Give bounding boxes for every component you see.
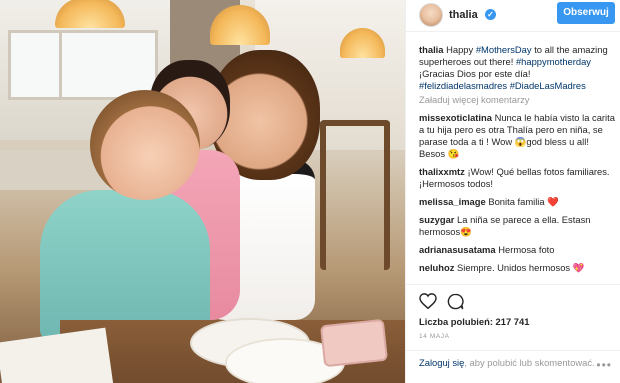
comment-text: Bonita familia ❤️ xyxy=(488,196,559,207)
hashtag-link[interactable]: #felizdiadelasmadres xyxy=(419,80,507,91)
post-sidebar: thalia ✓ Obserwuj thalia Happy #MothersD… xyxy=(405,0,620,383)
hashtag-link[interactable]: #MothersDay xyxy=(476,44,532,55)
comments-list: thalia Happy #MothersDay to all the amaz… xyxy=(419,44,615,284)
login-link[interactable]: Zaloguj się xyxy=(419,357,464,368)
post-header: thalia ✓ Obserwuj xyxy=(406,0,620,32)
caption-text: ¡Gracias Dios por este día! xyxy=(419,68,531,79)
login-prompt-text: , aby polubić lub skomentować. xyxy=(464,357,595,368)
hashtag-link[interactable]: #happymotherday xyxy=(516,56,591,67)
comment-username[interactable]: adrianasusatama xyxy=(419,244,496,255)
photo-lamp xyxy=(55,0,125,28)
more-options-icon[interactable]: ••• xyxy=(596,358,612,372)
verified-icon: ✓ xyxy=(485,9,496,20)
photo-boy-body xyxy=(40,190,210,340)
load-more-comments-link[interactable]: Załaduj więcej komentarzy xyxy=(419,94,615,106)
comment-text: Hermosa foto xyxy=(498,244,555,255)
likes-count[interactable]: Liczba polubień: 217 741 xyxy=(419,316,529,327)
action-bar xyxy=(406,284,620,316)
comment-username[interactable]: thalixxmtz xyxy=(419,166,465,177)
comment-icon[interactable] xyxy=(447,293,464,310)
comment-item: adrianasusatama Hermosa foto xyxy=(419,244,615,256)
caption: thalia Happy #MothersDay to all the amaz… xyxy=(419,44,615,106)
photo-napkin xyxy=(0,327,114,383)
comment-username[interactable]: neluhoz xyxy=(419,262,454,273)
photo-boy-head xyxy=(90,90,200,200)
comment-item: suzygar La niña se parece a ella. Estasn… xyxy=(419,214,615,238)
post-date[interactable]: 14 MAJA xyxy=(419,333,450,340)
comment-username[interactable]: suzygar xyxy=(419,214,454,225)
heart-icon[interactable] xyxy=(419,293,437,309)
comment-item: missexoticlatina Nunca le había visto la… xyxy=(419,112,615,160)
photo-chair xyxy=(320,120,390,270)
photo-phone xyxy=(319,318,389,368)
comment-item: thalixxmtz ¡Wow! Qué bellas fotos famili… xyxy=(419,166,615,190)
post-photo[interactable] xyxy=(0,0,405,383)
follow-button[interactable]: Obserwuj xyxy=(557,2,615,24)
comment-text: Siempre. Unidos hermosos 💖 xyxy=(457,262,585,273)
caption-username[interactable]: thalia xyxy=(419,44,444,55)
header-username[interactable]: thalia xyxy=(449,9,478,21)
caption-text: Happy xyxy=(446,44,476,55)
photo-window xyxy=(8,30,158,100)
comment-item: neluhoz Siempre. Unidos hermosos 💖 xyxy=(419,262,615,274)
comment-username[interactable]: missexoticlatina xyxy=(419,112,492,123)
comment-username[interactable]: melissa_image xyxy=(419,196,486,207)
comment-item: melissa_image Bonita familia ❤️ xyxy=(419,196,615,208)
login-prompt: Zaloguj się, aby polubić lub skomentować… xyxy=(406,350,620,383)
hashtag-link[interactable]: #DiadeLasMadres xyxy=(510,80,586,91)
avatar[interactable] xyxy=(419,3,443,27)
